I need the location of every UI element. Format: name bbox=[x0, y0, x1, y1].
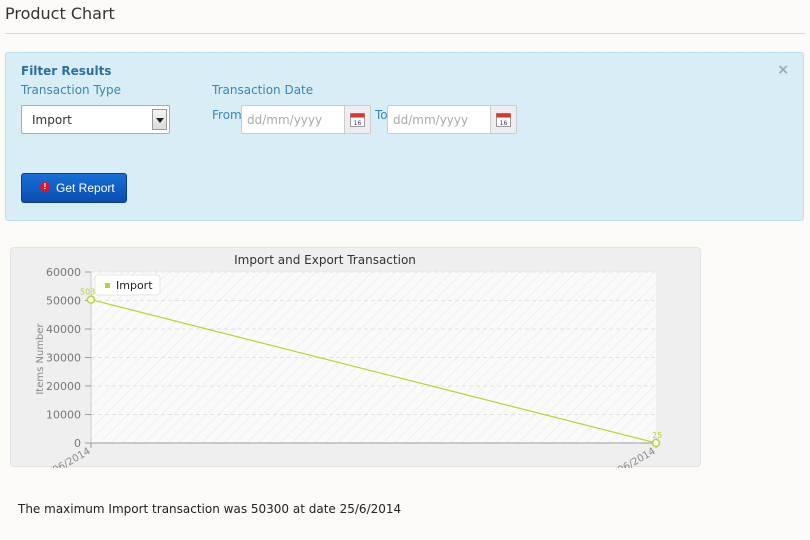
transaction-type-select[interactable]: Import bbox=[21, 105, 170, 134]
y-tick-label: 60000 bbox=[46, 266, 81, 279]
chevron-down-icon[interactable] bbox=[152, 109, 167, 130]
get-report-button[interactable]: ! Get Report bbox=[21, 173, 127, 203]
y-tick-label: 20000 bbox=[46, 380, 81, 393]
chart-legend: Import bbox=[94, 274, 161, 296]
calendar-day-text: 16 bbox=[354, 120, 362, 127]
to-calendar-button[interactable]: 16 bbox=[490, 105, 517, 134]
chart-title: Import and Export Transaction bbox=[234, 253, 416, 267]
page-title: Product Chart bbox=[5, 4, 115, 23]
summary-text: The maximum Import transaction was 50300… bbox=[18, 502, 402, 516]
line-chart: Import and Export Transaction 0 10000 2000… bbox=[35, 253, 662, 484]
y-tick-label: 30000 bbox=[46, 352, 81, 365]
filter-panel: Filter Results × Transaction Type Import… bbox=[5, 52, 804, 221]
close-icon[interactable]: × bbox=[777, 62, 789, 78]
transaction-date-label: Transaction Date bbox=[212, 83, 314, 97]
chart-container: Import and Export Transaction 0 10000 2000… bbox=[10, 247, 701, 484]
legend-swatch bbox=[105, 283, 110, 288]
transaction-type-value: Import bbox=[32, 113, 72, 127]
calendar-icon: 16 bbox=[496, 113, 511, 127]
y-tick-label: 0 bbox=[74, 437, 81, 450]
x-tick-label: 26/06/2014 bbox=[602, 446, 657, 468]
get-report-label: Get Report bbox=[56, 181, 115, 195]
y-axis-label: Items Number bbox=[35, 322, 46, 394]
data-point bbox=[651, 438, 661, 448]
calendar-day-text: 16 bbox=[500, 120, 508, 127]
from-label: From bbox=[212, 108, 242, 122]
transaction-type-label: Transaction Type bbox=[21, 83, 122, 97]
x-tick-label: 25/06/2014 bbox=[37, 446, 92, 468]
to-label: To bbox=[375, 108, 388, 122]
title-divider bbox=[5, 33, 805, 34]
calendar-icon: 16 bbox=[350, 113, 365, 127]
data-point bbox=[86, 295, 96, 304]
alert-icon: ! bbox=[40, 182, 50, 192]
data-label: 25 bbox=[652, 431, 662, 440]
y-tick-label: 10000 bbox=[46, 409, 81, 422]
y-tick-label: 50000 bbox=[46, 295, 81, 308]
from-calendar-button[interactable]: 16 bbox=[344, 105, 371, 134]
y-tick-label: 40000 bbox=[46, 323, 81, 336]
to-date-input[interactable] bbox=[387, 105, 491, 134]
from-date-input[interactable] bbox=[241, 105, 345, 134]
legend-item: Import bbox=[116, 279, 153, 292]
filter-title: Filter Results bbox=[21, 64, 112, 78]
